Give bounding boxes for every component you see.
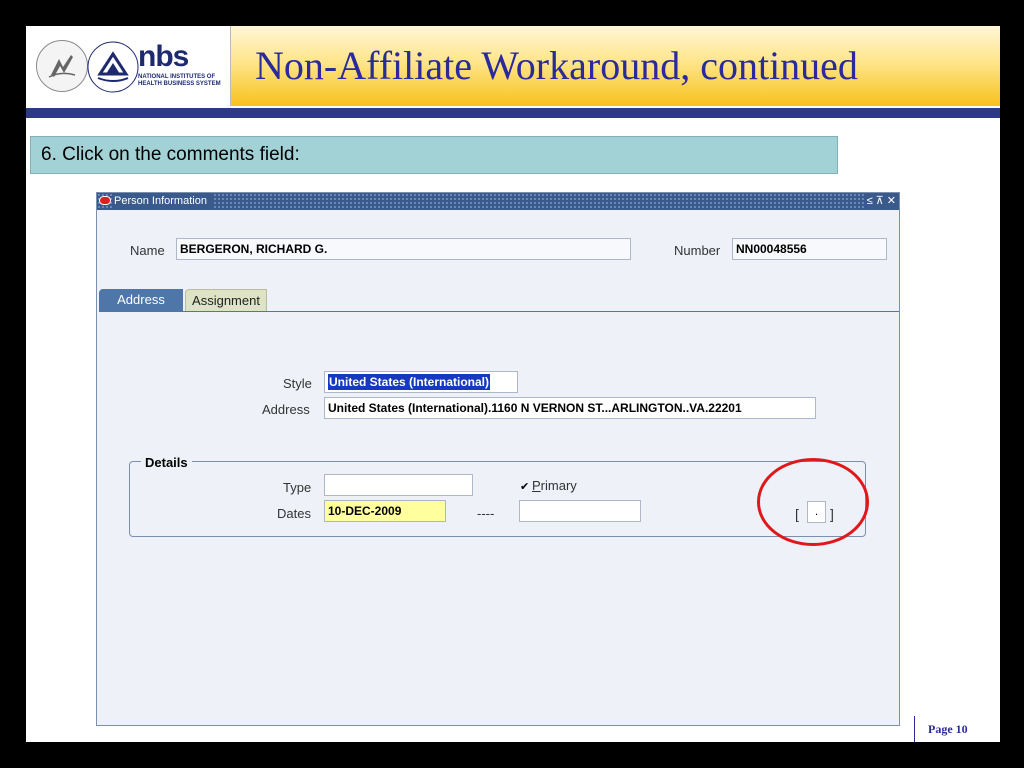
header-divider (26, 108, 1000, 118)
address-field[interactable]: United States (International).1160 N VER… (324, 397, 816, 419)
highlight-circle (757, 458, 869, 546)
slide-title: Non-Affiliate Workaround, continued (255, 43, 858, 88)
style-value: United States (International) (328, 374, 491, 390)
oracle-icon (99, 196, 111, 205)
nih-seal-icon (86, 40, 140, 94)
hhs-seal-icon (36, 40, 88, 92)
address-label: Address (262, 402, 310, 417)
instruction-banner: 6. Click on the comments field: (30, 136, 838, 174)
details-group (129, 461, 866, 537)
nih-nbs-logo: nbs NATIONAL INSTITUTES OF HEALTH BUSINE… (26, 26, 231, 106)
primary-checkbox[interactable]: ✔ (520, 480, 529, 493)
date-from-field[interactable]: 10-DEC-2009 (324, 500, 446, 522)
page-number: Page 10 (928, 722, 968, 736)
number-label: Number (674, 243, 721, 258)
date-to-field[interactable] (519, 500, 641, 522)
name-label: Name (130, 243, 165, 258)
style-field[interactable]: United States (International) (324, 371, 518, 393)
header-band: Non-Affiliate Workaround, continued (231, 26, 1000, 106)
type-label: Type (283, 480, 312, 495)
slide: nbs NATIONAL INSTITUTES OF HEALTH BUSINE… (26, 26, 1000, 742)
style-label: Style (283, 376, 312, 391)
date-separator: ---- (477, 506, 495, 521)
window-title: Person Information (114, 194, 212, 209)
logo-subtitle: NATIONAL INSTITUTES OF HEALTH BUSINESS S… (138, 74, 221, 87)
window-titlebar[interactable]: Person Information ≤ ⊼ ✕ (97, 193, 899, 210)
footer-divider (914, 716, 915, 742)
window-controls[interactable]: ≤ ⊼ ✕ (863, 193, 899, 210)
primary-label: Primary (532, 478, 577, 493)
tab-assignment[interactable]: Assignment (185, 289, 267, 311)
name-field[interactable]: BERGERON, RICHARD G. (176, 238, 631, 260)
tab-address[interactable]: Address (99, 289, 183, 311)
type-field[interactable] (324, 474, 473, 496)
person-information-window: Person Information ≤ ⊼ ✕ Name BERGERON, … (96, 192, 900, 726)
number-field[interactable]: NN00048556 (732, 238, 887, 260)
details-legend: Details (141, 455, 192, 470)
tab-underline (99, 311, 899, 312)
dates-label: Dates (277, 506, 311, 521)
logo-wordmark: nbs (138, 40, 189, 73)
